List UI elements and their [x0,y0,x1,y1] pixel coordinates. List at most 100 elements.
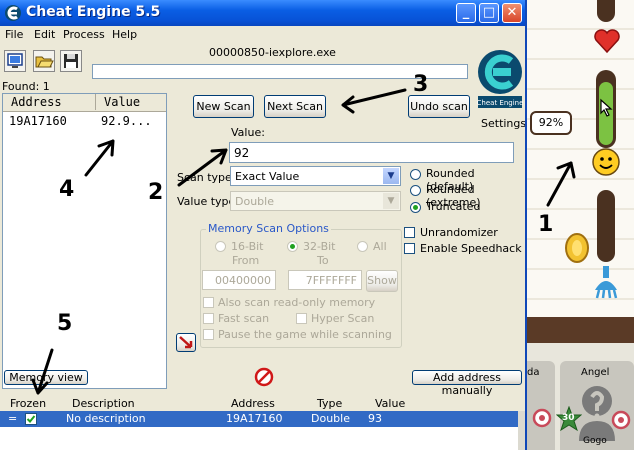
menu-file[interactable]: File [5,28,23,41]
cheat-engine-logo-icon[interactable]: Cheat Engine [475,46,525,114]
percent-tooltip: 92% [530,111,572,135]
menu-process[interactable]: Process [63,28,105,41]
truncated-radio[interactable] [410,202,421,213]
chevron-down-icon: ▼ [383,193,399,209]
open-file-icon [35,56,54,68]
bit16-radio[interactable] [215,241,226,252]
readonly-label: Also scan read-only memory [218,296,376,309]
scan-progress-bar [92,64,468,79]
arrow-pointer-icon [179,336,193,349]
hyper-scan-checkbox[interactable] [296,313,307,324]
stop-icon [254,367,274,387]
result-value: 92.9... [101,114,152,128]
unrandomizer-label: Unrandomizer [420,226,498,239]
readonly-checkbox[interactable] [203,297,214,308]
result-address: 19A17160 [9,114,67,128]
add-address-manually-button[interactable]: Add address manually [412,370,522,397]
process-name: 00000850-iexplore.exe [209,46,336,59]
truncated-label: Truncated [426,200,481,213]
show-button[interactable]: Show [366,270,398,292]
badge-icon [611,410,631,430]
address-list-header: Frozen Description Address Type Value [0,397,525,412]
row-description: No description [66,412,146,425]
value-label: Value: [231,126,265,139]
svg-text:Cheat Engine: Cheat Engine [477,99,524,107]
from-address-input[interactable]: 00400000 [202,270,276,290]
header-description[interactable]: Description [72,397,135,410]
scan-type-select[interactable]: Exact Value ▼ [230,166,401,186]
open-process-icon [7,53,23,68]
level-value: 30 [562,413,575,423]
frozen-marker: = [8,412,18,425]
player-a-name: da [527,367,540,378]
results-header: Address Value [3,94,166,112]
minimize-button[interactable]: _ [456,3,476,23]
results-list[interactable]: Address Value 19A17160 92.9... [2,93,167,389]
player-card-a[interactable]: da [527,361,555,450]
all-radio[interactable] [357,241,368,252]
top-meter [597,0,615,22]
result-row[interactable]: 19A17160 92.9... [3,112,166,128]
fast-scan-checkbox[interactable] [203,313,214,324]
hyper-scan-label: Hyper Scan [311,312,375,325]
close-button[interactable]: ✕ [502,3,522,23]
undo-scan-button[interactable]: Undo scan [408,95,470,118]
to-address-input[interactable]: 7FFFFFFF [288,270,362,290]
row-type: Double [311,412,350,425]
address-row[interactable]: = No description 19A17160 Double 93 [0,411,518,427]
settings-link[interactable]: Settings [481,117,525,130]
smiley-icon [592,148,620,176]
open-file-button[interactable] [33,50,55,72]
header-value[interactable]: Value [375,397,405,410]
row-value: 93 [368,412,382,425]
annotation-1: 1 [538,212,554,237]
value-type-value: Double [235,195,274,208]
checkmark-icon [26,415,36,423]
badge-icon [532,408,552,428]
annotation-5: 5 [57,311,73,336]
annotation-3: 3 [413,72,429,97]
cheat-engine-window: Cheat Engine 5.5 _ □ ✕ File Edit Process… [0,0,527,450]
clear-list-button[interactable] [254,367,274,387]
unrandomizer-checkbox[interactable] [404,227,415,238]
save-button[interactable] [60,50,82,72]
new-scan-button[interactable]: New Scan [193,95,254,118]
level-badge: 30 [556,406,582,432]
value-type-select[interactable]: Double ▼ [230,191,401,211]
annotation-2: 2 [148,180,164,205]
maximize-button[interactable]: □ [479,3,499,23]
vertical-scrollbar[interactable] [518,411,525,450]
bit32-label: 32-Bit [303,240,336,253]
header-frozen[interactable]: Frozen [10,397,46,410]
row-address: 19A17160 [226,412,283,425]
results-header-address[interactable]: Address [11,95,62,109]
rounded-default-radio[interactable] [410,169,421,180]
speedhack-label: Enable Speedhack [420,242,522,255]
heart-icon [594,29,620,54]
speedhack-checkbox[interactable] [404,243,415,254]
menu-help[interactable]: Help [112,28,137,41]
menu-edit[interactable]: Edit [34,28,55,41]
annotation-4: 4 [59,177,75,202]
next-scan-button[interactable]: Next Scan [264,95,326,118]
value-type-label: Value type [177,195,236,208]
bit32-radio[interactable] [287,241,298,252]
memory-scan-options-title: Memory Scan Options [206,222,331,235]
all-label: All [373,240,387,253]
title-bar: Cheat Engine 5.5 _ □ ✕ [0,0,525,26]
shower-icon [595,266,618,299]
pause-game-checkbox[interactable] [203,329,214,340]
header-address[interactable]: Address [231,397,275,410]
value-input[interactable]: 92 [229,142,514,163]
open-process-button[interactable] [4,50,26,72]
add-to-list-button[interactable] [176,333,196,352]
chevron-down-icon[interactable]: ▼ [383,168,399,184]
header-type[interactable]: Type [317,397,342,410]
to-label: To [317,254,329,267]
frozen-checkbox[interactable] [25,413,37,425]
pause-game-label: Pause the game while scanning [218,328,392,341]
hunger-meter [597,190,615,262]
rounded-extreme-radio[interactable] [410,185,421,196]
memory-view-button[interactable]: Memory view [4,370,88,385]
results-header-value[interactable]: Value [104,95,140,109]
